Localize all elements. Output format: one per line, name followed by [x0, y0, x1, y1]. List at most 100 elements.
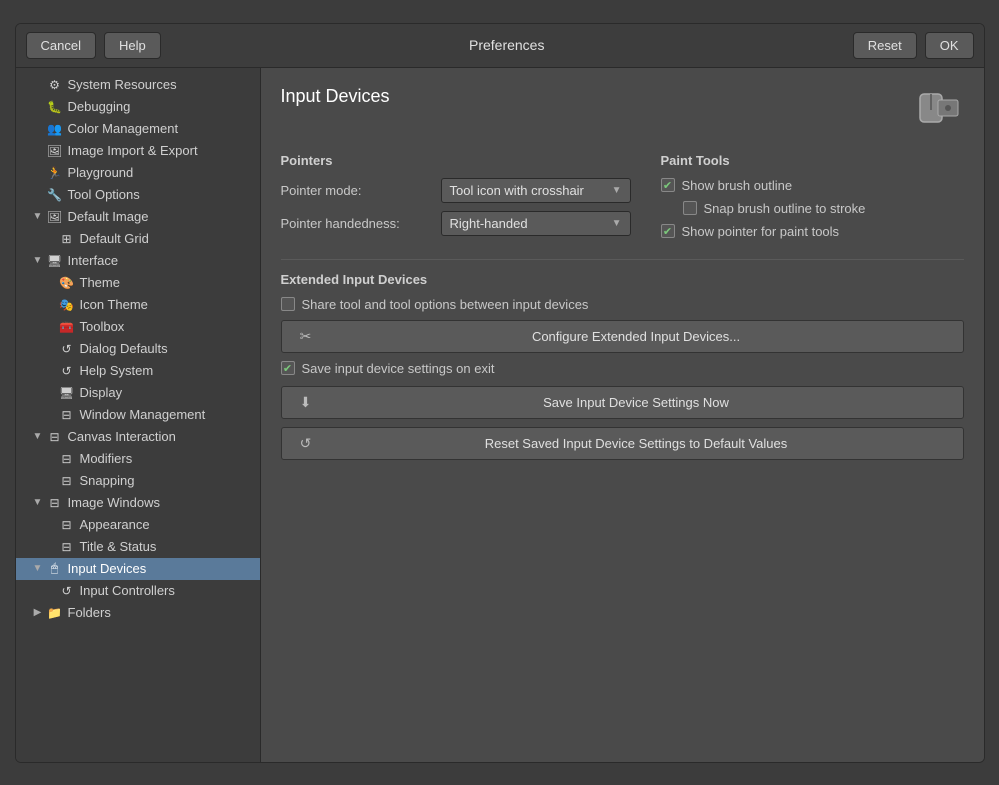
- pointers-header: Pointers: [281, 153, 631, 168]
- sidebar-item-icon-theme[interactable]: 🎭 Icon Theme: [16, 294, 260, 316]
- sidebar-item-input-controllers[interactable]: ↺ Input Controllers: [16, 580, 260, 602]
- sidebar-item-snapping[interactable]: ⊟ Snapping: [16, 470, 260, 492]
- theme-icon: 🎨: [58, 275, 76, 291]
- dropdown-arrow-icon: ▼: [612, 218, 622, 229]
- sidebar-item-dialog-defaults[interactable]: ↺ Dialog Defaults: [16, 338, 260, 360]
- sidebar-item-default-grid[interactable]: ⊞ Default Grid: [16, 228, 260, 250]
- sidebar-item-interface[interactable]: ▼ 🖥 Interface: [16, 250, 260, 272]
- collapse-icon: ▼: [32, 255, 44, 266]
- sidebar-label: Icon Theme: [80, 297, 148, 312]
- sidebar-item-theme[interactable]: 🎨 Theme: [16, 272, 260, 294]
- pointer-handedness-select[interactable]: Right-handed ▼: [441, 211, 631, 236]
- image-import-export-icon: 🖼: [46, 143, 64, 159]
- expand-icon: [44, 475, 56, 486]
- configure-btn-label: Configure Extended Input Devices...: [322, 329, 951, 344]
- expand-icon: [44, 585, 56, 596]
- expand-icon: [32, 79, 44, 90]
- sidebar: ⚙ System Resources 🐛 Debugging 👥 Color M…: [16, 68, 261, 762]
- sidebar-item-playground[interactable]: 🏃 Playground: [16, 162, 260, 184]
- image-windows-icon: ⊟: [46, 495, 64, 511]
- sidebar-item-system-resources[interactable]: ⚙ System Resources: [16, 74, 260, 96]
- sidebar-item-input-devices[interactable]: ▼ 🖱 Input Devices: [16, 558, 260, 580]
- pointer-mode-select[interactable]: Tool icon with crosshair ▼: [441, 178, 631, 203]
- save-on-exit-checkbox[interactable]: ✔: [281, 361, 295, 375]
- preferences-window: Cancel Help Preferences Reset OK ⚙ Syste…: [15, 23, 985, 763]
- folders-icon: 📁: [46, 605, 64, 621]
- sidebar-label: Canvas Interaction: [68, 429, 176, 444]
- sidebar-item-toolbox[interactable]: 🧰 Toolbox: [16, 316, 260, 338]
- sidebar-label: Window Management: [80, 407, 206, 422]
- expand-icon: [44, 519, 56, 530]
- save-icon: ⬇: [294, 394, 318, 411]
- sidebar-label: Dialog Defaults: [80, 341, 168, 356]
- save-now-button[interactable]: ⬇ Save Input Device Settings Now: [281, 386, 964, 419]
- sidebar-item-color-management[interactable]: 👥 Color Management: [16, 118, 260, 140]
- paint-tools-section: Paint Tools ✔ Show brush outline Snap br…: [661, 153, 964, 247]
- sidebar-item-canvas-interaction[interactable]: ▼ ⊟ Canvas Interaction: [16, 426, 260, 448]
- show-pointer-label: Show pointer for paint tools: [682, 224, 840, 239]
- expand-icon: [44, 365, 56, 376]
- show-pointer-row: ✔ Show pointer for paint tools: [661, 224, 964, 239]
- sidebar-label: Image Windows: [68, 495, 160, 510]
- modifiers-icon: ⊟: [58, 451, 76, 467]
- expand-icon: [44, 233, 56, 244]
- snap-brush-outline-checkbox[interactable]: [683, 201, 697, 215]
- share-tool-label: Share tool and tool options between inpu…: [302, 297, 589, 312]
- sidebar-item-tool-options[interactable]: 🔧 Tool Options: [16, 184, 260, 206]
- sidebar-item-title-status[interactable]: ⊟ Title & Status: [16, 536, 260, 558]
- ok-button[interactable]: OK: [925, 32, 974, 59]
- display-icon: 🖥: [58, 385, 76, 401]
- save-on-exit-row: ✔ Save input device settings on exit: [281, 361, 964, 376]
- collapse-icon: ▼: [32, 497, 44, 508]
- window-management-icon: ⊟: [58, 407, 76, 423]
- reset-button[interactable]: Reset: [853, 32, 917, 59]
- dropdown-arrow-icon: ▼: [612, 185, 622, 196]
- snap-brush-outline-label: Snap brush outline to stroke: [704, 201, 866, 216]
- sidebar-item-modifiers[interactable]: ⊟ Modifiers: [16, 448, 260, 470]
- sidebar-item-image-windows[interactable]: ▼ ⊟ Image Windows: [16, 492, 260, 514]
- icon-theme-icon: 🎭: [58, 297, 76, 313]
- sidebar-label: Color Management: [68, 121, 179, 136]
- sidebar-item-folders[interactable]: ▶ 📁 Folders: [16, 602, 260, 624]
- sidebar-label: Image Import & Export: [68, 143, 198, 158]
- sidebar-item-display[interactable]: 🖥 Display: [16, 382, 260, 404]
- content-area: Input Devices Pointers Pointer: [261, 68, 984, 762]
- show-brush-outline-checkbox[interactable]: ✔: [661, 178, 675, 192]
- help-button[interactable]: Help: [104, 32, 161, 59]
- sidebar-label: Appearance: [80, 517, 150, 532]
- sidebar-item-default-image[interactable]: ▼ 🖼 Default Image: [16, 206, 260, 228]
- tool-options-icon: 🔧: [46, 187, 64, 203]
- sidebar-item-window-management[interactable]: ⊟ Window Management: [16, 404, 260, 426]
- expand-icon: [44, 409, 56, 420]
- show-pointer-checkbox[interactable]: ✔: [661, 224, 675, 238]
- system-resources-icon: ⚙: [46, 77, 64, 93]
- sidebar-item-appearance[interactable]: ⊟ Appearance: [16, 514, 260, 536]
- configure-icon: ✂: [294, 328, 318, 345]
- reset-saved-button[interactable]: ↺ Reset Saved Input Device Settings to D…: [281, 427, 964, 460]
- color-management-icon: 👥: [46, 121, 64, 137]
- titlebar: Cancel Help Preferences Reset OK: [16, 24, 984, 68]
- expand-icon: [44, 277, 56, 288]
- sidebar-label: Default Image: [68, 209, 149, 224]
- sidebar-label: Help System: [80, 363, 154, 378]
- sidebar-label: Title & Status: [80, 539, 157, 554]
- sidebar-label: Snapping: [80, 473, 135, 488]
- toolbox-icon: 🧰: [58, 319, 76, 335]
- sidebar-label: Debugging: [68, 99, 131, 114]
- content-header: Input Devices: [281, 86, 964, 135]
- extended-input-section: Extended Input Devices Share tool and to…: [281, 272, 964, 460]
- cancel-button[interactable]: Cancel: [26, 32, 96, 59]
- collapse-icon: ▼: [32, 431, 44, 442]
- expand-icon: [44, 387, 56, 398]
- default-image-icon: 🖼: [46, 209, 64, 225]
- expand-icon: [32, 189, 44, 200]
- sidebar-item-debugging[interactable]: 🐛 Debugging: [16, 96, 260, 118]
- expand-icon: [44, 299, 56, 310]
- sidebar-item-image-import-export[interactable]: 🖼 Image Import & Export: [16, 140, 260, 162]
- save-now-label: Save Input Device Settings Now: [322, 395, 951, 410]
- sidebar-label: System Resources: [68, 77, 177, 92]
- sidebar-item-help-system[interactable]: ↺ Help System: [16, 360, 260, 382]
- share-tool-checkbox[interactable]: [281, 297, 295, 311]
- playground-icon: 🏃: [46, 165, 64, 181]
- configure-extended-button[interactable]: ✂ Configure Extended Input Devices...: [281, 320, 964, 353]
